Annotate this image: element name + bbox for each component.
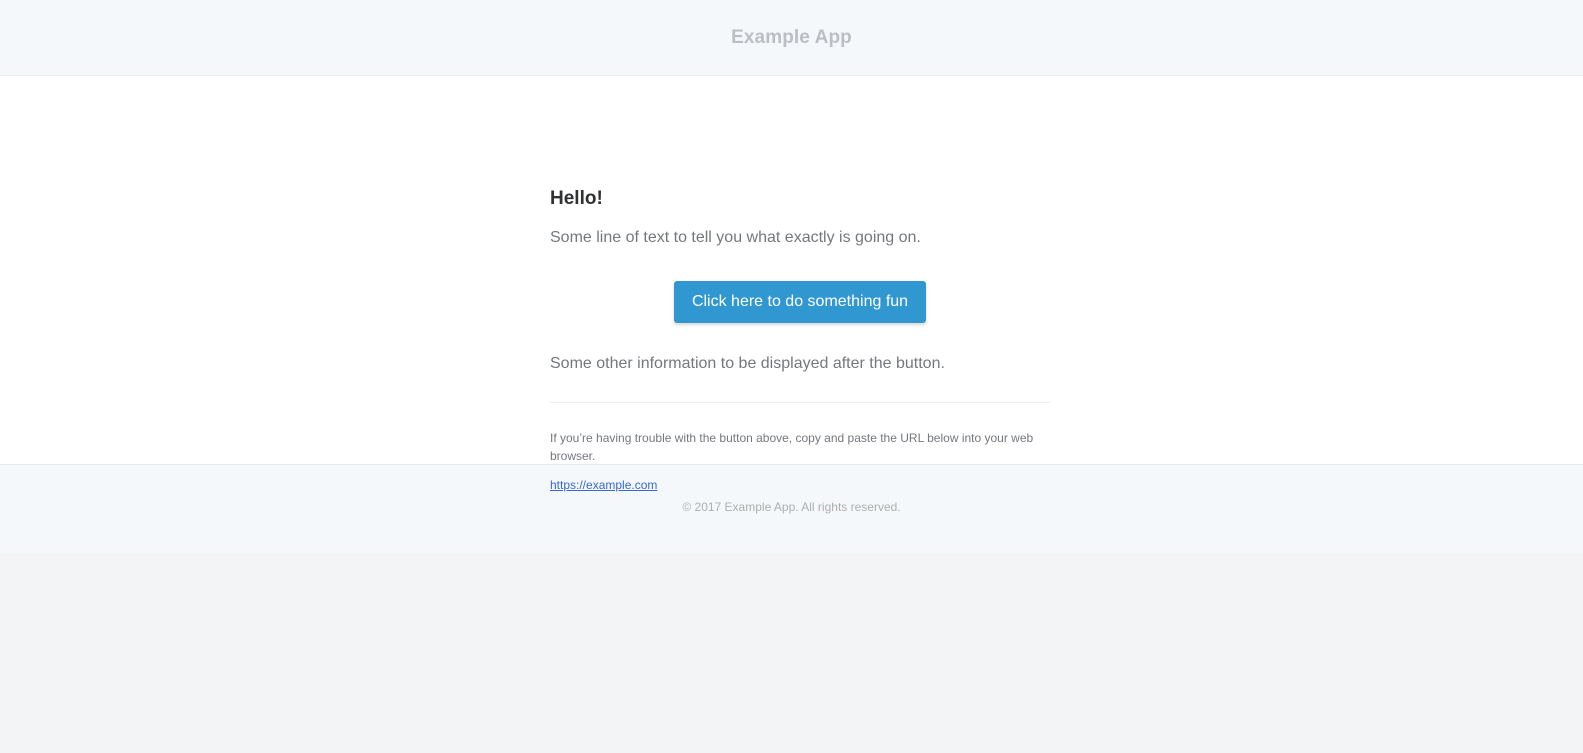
intro-line: Some line of text to tell you what exact… <box>550 229 921 246</box>
email-footer: © 2017 Example App. All rights reserved. <box>0 465 1583 553</box>
action-button[interactable]: Click here to do something fun <box>674 281 926 323</box>
email-header: Example App <box>0 0 1583 76</box>
outro-line: Some other information to be displayed a… <box>550 355 945 372</box>
subcopy-divider <box>550 402 1050 403</box>
subcopy-text: If you’re having trouble with the button… <box>550 431 1034 463</box>
greeting-heading: Hello! <box>550 188 603 209</box>
copyright-text: © 2017 Example App. All rights reserved. <box>682 500 901 514</box>
app-name-link[interactable]: Example App <box>731 27 852 49</box>
subcopy-url-link[interactable]: https://example.com <box>550 478 657 492</box>
email-body: Hello! Some line of text to tell you wha… <box>0 76 1583 492</box>
